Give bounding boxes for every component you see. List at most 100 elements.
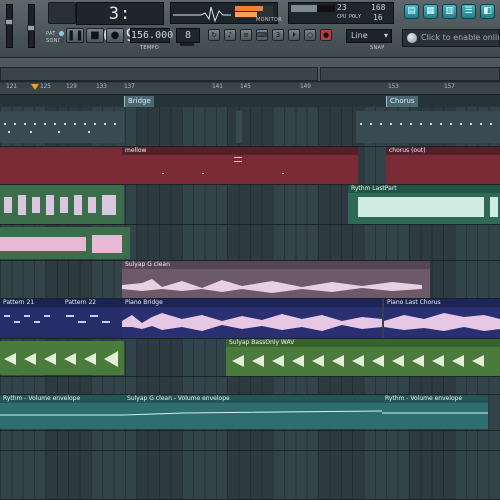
- waveform: [4, 351, 118, 367]
- piano-roll-icon[interactable]: ▦: [423, 4, 438, 19]
- envelope-line: [382, 412, 488, 414]
- record-button[interactable]: ●: [106, 28, 124, 43]
- pattern-number-display[interactable]: 8: [176, 28, 200, 43]
- pattern-notes: [66, 315, 110, 323]
- snap-dropdown[interactable]: Line ▾: [346, 29, 392, 43]
- track-5: Sulyap G clean: [0, 261, 500, 299]
- cpu-value: 23: [337, 3, 347, 12]
- pattern-notes: [4, 315, 50, 323]
- rythm-lastpart-clip[interactable]: Rythm LastPart: [348, 185, 500, 224]
- track-6: Pattern 21 Pattern 22 Piano Bridge Piano…: [0, 299, 500, 339]
- master-pitch-slider[interactable]: [27, 4, 35, 48]
- transport-lcd-left: [48, 2, 76, 24]
- song-position-display[interactable]: 3: 16:99: [76, 2, 164, 46]
- envelope-line: [0, 414, 124, 416]
- track-8: [0, 377, 500, 395]
- timeline-ruler[interactable]: 121 125 129 133 137 141 145 149 153 157: [0, 83, 500, 95]
- ruler-tick: 141: [212, 83, 223, 90]
- sulyap-bass-clip[interactable]: Sulyap BassOnly WAV: [226, 339, 500, 376]
- poly-value: 16: [373, 13, 383, 22]
- track-11: [0, 451, 500, 500]
- monitor-label: MONITOR: [256, 17, 283, 23]
- globe-icon: [407, 33, 417, 43]
- ruler-tick: 121: [6, 83, 17, 90]
- pattern-notes: [162, 157, 284, 174]
- waveform: [122, 313, 382, 331]
- bass-clip[interactable]: [0, 341, 124, 375]
- mixer-icon[interactable]: ☰: [461, 4, 476, 19]
- chorus-out-clip[interactable]: chorus (out): [386, 147, 500, 184]
- playlist-scroll-area[interactable]: [0, 67, 318, 81]
- cpu-label: CPU: [337, 14, 347, 20]
- pattern-clip[interactable]: [236, 111, 242, 143]
- tempo-display[interactable]: 156.000: [130, 28, 173, 43]
- playlist-area[interactable]: mellow chorus (out) Rythm LastPart Sulya…: [0, 107, 500, 500]
- tool-buttons-row: ↻ ♪ ≡ ⌨ 3 ⏵ ○ ●: [208, 29, 338, 47]
- main-toolbar: PAT SONG 3: 16:99 ❚❚ ■ ● 156.000 TEMPO 8…: [0, 0, 500, 58]
- marker-bridge[interactable]: Bridge: [124, 96, 154, 107]
- waveform: [358, 197, 498, 217]
- metronome-button[interactable]: ♪: [224, 29, 236, 41]
- poly-label: POLY: [349, 14, 362, 20]
- pattern-mode-label: PAT: [46, 31, 56, 37]
- sulyap-volume-envelope-clip[interactable]: Sulyap G clean - Volume envelope: [124, 395, 382, 429]
- blend-notes-button[interactable]: ○: [304, 29, 316, 41]
- envelope-line: [124, 410, 382, 416]
- channel-rack-icon[interactable]: ▥: [442, 4, 457, 19]
- sulyap-g-clean-clip[interactable]: Sulyap G clean: [122, 261, 430, 298]
- track-3: Rythm LastPart: [0, 185, 500, 225]
- master-volume-slider[interactable]: [5, 4, 13, 48]
- piano-last-chorus-clip[interactable]: Piano Last Chorus: [384, 299, 500, 338]
- waveform: [232, 355, 484, 367]
- waveform: [0, 235, 122, 253]
- playlist-title-bar: [0, 58, 500, 82]
- playlist-zoom-area[interactable]: [320, 67, 500, 81]
- chevron-down-icon: ▾: [383, 31, 388, 40]
- pattern22-clip[interactable]: Pattern 22: [62, 299, 122, 338]
- loop-record-button[interactable]: ↻: [208, 29, 220, 41]
- browser-icon[interactable]: ◧: [480, 4, 495, 19]
- play-pause-button[interactable]: ❚❚: [66, 28, 84, 43]
- ruler-tick: 125: [40, 83, 51, 90]
- cpu-meter: [291, 5, 335, 12]
- pattern21-clip[interactable]: Pattern 21: [0, 299, 62, 338]
- pattern-clip[interactable]: [356, 111, 500, 143]
- tempo-label: TEMPO: [140, 45, 159, 51]
- clip-title: chorus (out): [386, 147, 500, 155]
- rhythm-clip[interactable]: [0, 185, 124, 224]
- marker-lane: Bridge Chorus: [0, 95, 500, 107]
- ruler-tick: 149: [300, 83, 311, 90]
- rythm-volume-envelope-clip[interactable]: Rythm - Volume envelope: [0, 395, 124, 429]
- wait-input-button[interactable]: ⏵: [288, 29, 300, 41]
- fl-studio-window: PAT SONG 3: 16:99 ❚❚ ■ ● 156.000 TEMPO 8…: [0, 0, 500, 500]
- pattern-selector[interactable]: [180, 43, 194, 46]
- typing-keyboard-button[interactable]: ⌨: [256, 29, 268, 41]
- online-hint-bar[interactable]: Click to enable online ne: [402, 29, 500, 47]
- pattern-mode-led[interactable]: [59, 31, 64, 36]
- mellow-clip[interactable]: mellow: [122, 147, 358, 184]
- playlist-window-icon[interactable]: ▤: [404, 4, 419, 19]
- song-mode-led[interactable]: [59, 38, 64, 43]
- pattern-notes: [4, 123, 116, 133]
- track-2: mellow chorus (out): [0, 147, 500, 185]
- pink-wave-clip[interactable]: [0, 227, 130, 259]
- playhead-marker[interactable]: [31, 84, 39, 90]
- step-edit-button[interactable]: ≡: [240, 29, 252, 41]
- waveform: [384, 313, 500, 331]
- ruler-tick: 129: [66, 83, 77, 90]
- marker-chorus[interactable]: Chorus: [386, 96, 418, 107]
- ruler-tick: 153: [388, 83, 399, 90]
- piano-bridge-clip[interactable]: Piano Bridge: [122, 299, 382, 338]
- countdown-button[interactable]: 3: [272, 29, 284, 41]
- pattern-clip[interactable]: [0, 111, 124, 143]
- ruler-tick: 133: [96, 83, 107, 90]
- ruler-tick: 137: [124, 83, 135, 90]
- track-9: Rythm - Volume envelope Sulyap G clean -…: [0, 395, 500, 431]
- red-clip[interactable]: [0, 147, 124, 184]
- rythm-volume-envelope-clip-2[interactable]: Rythm - Volume envelope: [382, 395, 488, 429]
- snap-label: SNAP: [370, 45, 385, 51]
- stop-button[interactable]: ■: [86, 28, 104, 43]
- track-10: [0, 431, 500, 451]
- track-4: [0, 225, 500, 261]
- waveform: [122, 279, 422, 293]
